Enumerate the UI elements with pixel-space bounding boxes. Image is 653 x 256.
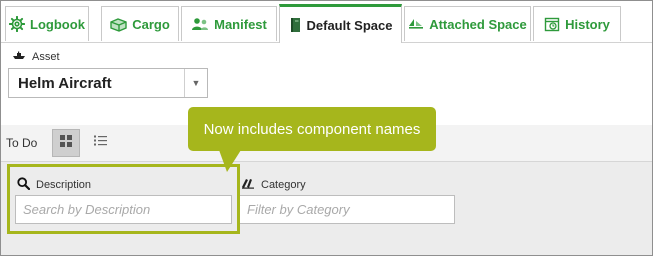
tab-default-space[interactable]: Default Space <box>279 4 402 43</box>
cargo-box-icon <box>110 17 127 32</box>
book-icon <box>289 17 302 33</box>
tab-label: Cargo <box>132 16 170 32</box>
tab-bar: Logbook Cargo Manifest Default Space Att… <box>1 1 652 43</box>
callout-pointer <box>219 150 241 172</box>
tab-label: Default Space <box>306 17 393 33</box>
description-highlight <box>7 164 240 234</box>
tab-label: Manifest <box>214 16 267 32</box>
attached-space-icon <box>408 17 424 31</box>
asset-select-value: Helm Aircraft <box>18 74 112 92</box>
list-view-icon <box>93 134 108 152</box>
chevron-down-icon[interactable]: ▼ <box>184 69 207 97</box>
books-icon <box>241 177 255 192</box>
asset-label: Asset <box>12 51 60 63</box>
grid-view-button[interactable] <box>52 129 80 157</box>
tab-label: History <box>565 16 610 32</box>
category-filter-input[interactable] <box>239 195 455 224</box>
grid-view-icon <box>59 134 73 153</box>
asset-label-text: Asset <box>32 51 60 63</box>
callout-text: Now includes component names <box>203 120 421 138</box>
ship-icon <box>12 51 26 63</box>
tab-manifest[interactable]: Manifest <box>181 6 277 41</box>
gear-icon <box>9 16 26 32</box>
tab-logbook[interactable]: Logbook <box>5 6 89 41</box>
tab-label: Logbook <box>30 16 85 32</box>
tab-cargo[interactable]: Cargo <box>101 6 179 41</box>
list-view-button[interactable] <box>86 129 114 157</box>
category-label: Category <box>241 177 306 192</box>
history-calendar-icon <box>544 16 560 32</box>
asset-select[interactable]: Helm Aircraft ▼ <box>8 68 208 98</box>
tab-label: Attached Space <box>429 16 527 32</box>
tab-history[interactable]: History <box>533 6 621 41</box>
callout-tooltip: Now includes component names <box>188 107 436 151</box>
tab-attached-space[interactable]: Attached Space <box>404 6 531 41</box>
people-icon <box>191 17 209 32</box>
app-frame: Logbook Cargo Manifest Default Space Att… <box>0 0 653 256</box>
todo-label: To Do <box>6 136 38 150</box>
category-label-text: Category <box>261 178 306 191</box>
